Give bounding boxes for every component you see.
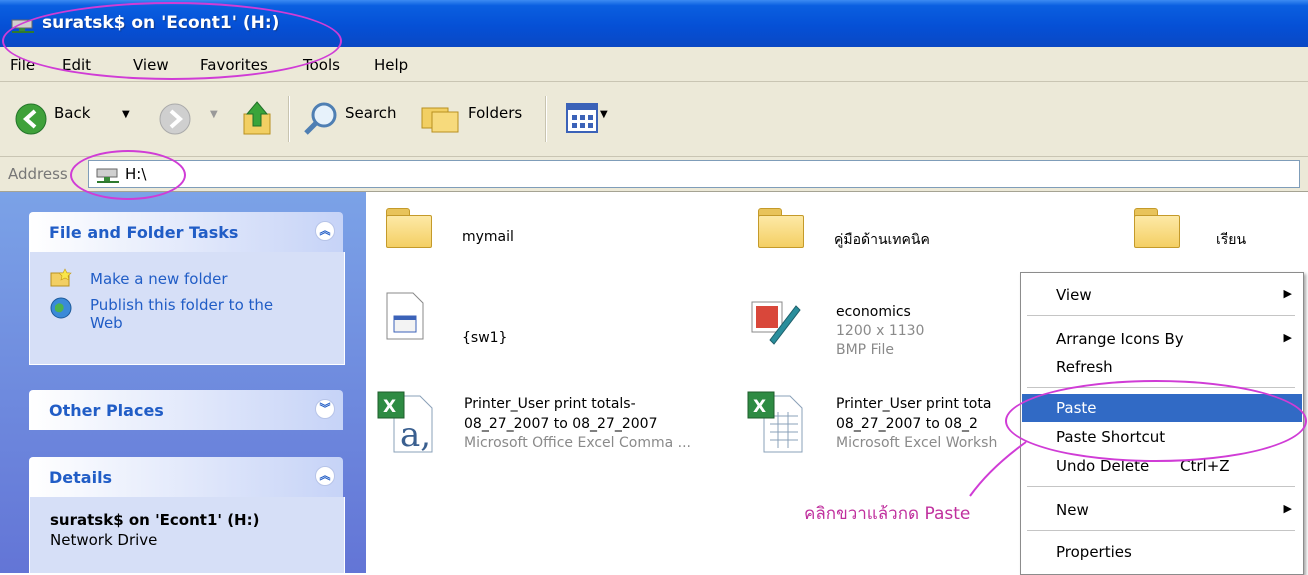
toolbar-separator [288,96,290,142]
folder-icon[interactable] [386,208,432,248]
publish-folder-link[interactable]: Publish this folder to the [90,296,273,314]
svg-text:X: X [383,397,396,417]
menu-help[interactable]: Help [374,56,408,74]
context-properties[interactable]: Properties [1022,538,1302,566]
file-printer-totals-csv[interactable]: Printer_User print totals- [464,396,636,412]
context-arrange-label: Arrange Icons By [1056,330,1184,348]
excel-csv-file-icon[interactable]: a, X [376,390,436,454]
collapse-chevron-icon[interactable]: ︽ [315,466,335,486]
file-sw1[interactable]: {sw1} [462,330,507,346]
svg-text:a,: a, [400,415,431,454]
address-label: Address [8,165,68,183]
task-pane: File and Folder Tasks ︽ Make a new folde… [0,192,366,573]
context-view[interactable]: View ▶ [1022,281,1302,309]
context-properties-label: Properties [1056,543,1132,561]
folder-technical-manual[interactable]: คู่มือด้านเทคนิค [834,229,930,251]
file-economics-type: BMP File [836,342,895,358]
publish-web-icon [50,297,72,319]
collapse-chevron-icon[interactable]: ︽ [315,221,335,241]
menu-divider [1027,315,1295,316]
details-header[interactable]: Details ︽ [29,457,343,497]
file-printer-totals-xls-dates: 08_27_2007 to 08_2 [836,416,978,432]
annotation-circle-title [2,2,342,80]
up-folder-icon[interactable] [240,98,276,138]
views-icon[interactable] [566,103,598,133]
file-economics-dimensions: 1200 x 1130 [836,323,925,339]
file-printer-totals-csv-dates: 08_27_2007 to 08_27_2007 [464,416,658,432]
application-file-icon[interactable] [386,292,424,340]
context-arrange-icons[interactable]: Arrange Icons By ▶ [1022,325,1302,353]
file-printer-totals-csv-type: Microsoft Office Excel Comma ... [464,435,692,451]
svg-text:X: X [753,397,766,417]
file-tasks-title: File and Folder Tasks [49,223,239,242]
context-refresh-label: Refresh [1056,358,1113,376]
search-icon[interactable] [302,100,340,138]
address-bar: Address H:\ [0,157,1308,192]
excel-worksheet-file-icon[interactable]: X [746,390,808,454]
folder-study[interactable]: เรียน [1216,229,1246,251]
annotation-circle-address [70,150,186,200]
folders-button[interactable]: Folders [468,104,522,122]
annotation-pointer [969,441,1027,497]
toolbar: Back ▼ ▼ Search Folders ▼ [0,82,1308,157]
details-body: suratsk$ on 'Econt1' (H:) Network Drive [29,497,345,573]
folder-mymail[interactable]: mymail [462,229,514,245]
search-button[interactable]: Search [345,104,397,122]
details-title: Details [49,468,113,487]
details-type: Network Drive [50,531,158,549]
folder-icon[interactable] [758,208,804,248]
other-places-title: Other Places [49,401,164,420]
menu-divider [1027,530,1295,531]
file-tasks-body: Make a new folder Publish this folder to… [29,252,345,365]
file-economics[interactable]: economics [836,304,911,320]
menu-divider [1027,486,1295,487]
submenu-arrow-icon: ▶ [1283,502,1292,515]
views-dropdown-icon[interactable]: ▼ [600,109,608,120]
bmp-file-icon[interactable] [750,296,802,346]
context-view-label: View [1056,286,1092,304]
details-name: suratsk$ on 'Econt1' (H:) [50,511,260,529]
folder-icon[interactable] [1134,208,1180,248]
new-folder-icon [50,268,72,287]
file-tasks-header[interactable]: File and Folder Tasks ︽ [29,212,343,252]
context-new[interactable]: New ▶ [1022,496,1302,524]
forward-arrow-icon[interactable] [158,102,192,136]
toolbar-separator-2 [545,96,547,142]
file-printer-totals-xls[interactable]: Printer_User print tota [836,396,991,412]
submenu-arrow-icon: ▶ [1283,331,1292,344]
back-dropdown-icon[interactable]: ▼ [122,109,130,120]
context-new-label: New [1056,501,1089,519]
forward-dropdown-icon[interactable]: ▼ [210,109,218,120]
annotation-text: คลิกขวาแล้วกด Paste [804,504,971,524]
other-places-header[interactable]: Other Places ︾ [29,390,343,430]
back-arrow-icon[interactable] [14,102,48,136]
submenu-arrow-icon: ▶ [1283,287,1292,300]
folders-icon[interactable] [420,100,460,136]
address-field[interactable]: H:\ [88,160,1300,188]
publish-folder-link-web[interactable]: Web [90,314,123,332]
expand-chevron-icon[interactable]: ︾ [315,399,335,419]
context-refresh[interactable]: Refresh [1022,353,1302,381]
back-button[interactable]: Back [54,104,90,122]
make-new-folder-link[interactable]: Make a new folder [90,270,228,288]
annotation-circle-paste [1005,380,1307,462]
